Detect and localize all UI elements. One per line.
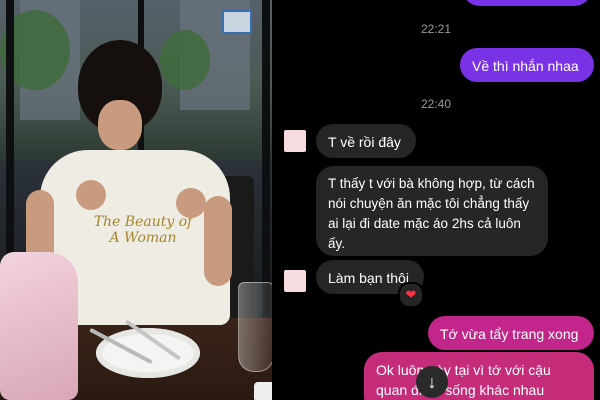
heart-icon[interactable]: ❤ [398,282,424,308]
left-hand [76,180,106,210]
timestamp: 22:40 [420,97,452,111]
window-frame [262,0,270,330]
face [98,100,142,150]
arrow-down-icon[interactable]: ↓ [416,366,448,398]
cup [254,382,272,400]
right-arm [204,196,232,286]
street-sign [222,10,252,34]
tree [160,30,210,90]
contact-avatar[interactable] [284,130,306,152]
message-bubble-outgoing[interactable]: Tớ vừa tẩy trang xong [428,316,594,350]
right-hand [176,188,206,218]
pink-bag [0,252,78,400]
contact-avatar[interactable] [284,270,306,292]
message-bubble-outgoing[interactable]: Ok luôn này tại vì tớ với cậu quan điểm … [364,352,594,400]
shirt-text: The Beauty of A Woman [93,214,193,246]
chat-panel[interactable]: 22:21 Về thì nhắn nhaa 22:40 T về rồi đâ… [272,0,600,400]
water-glass [238,282,272,372]
photo-panel: The Beauty of A Woman [0,0,272,400]
message-bubble-incoming[interactable]: T thấy t với bà không hợp, từ cách nói c… [316,166,548,256]
message-bubble-incoming[interactable]: T về rồi đây [316,124,416,158]
message-bubble-outgoing[interactable]: Về thì nhắn nhaa [460,48,594,82]
timestamp: 22:21 [420,22,452,36]
previous-message-bubble[interactable] [462,0,592,6]
